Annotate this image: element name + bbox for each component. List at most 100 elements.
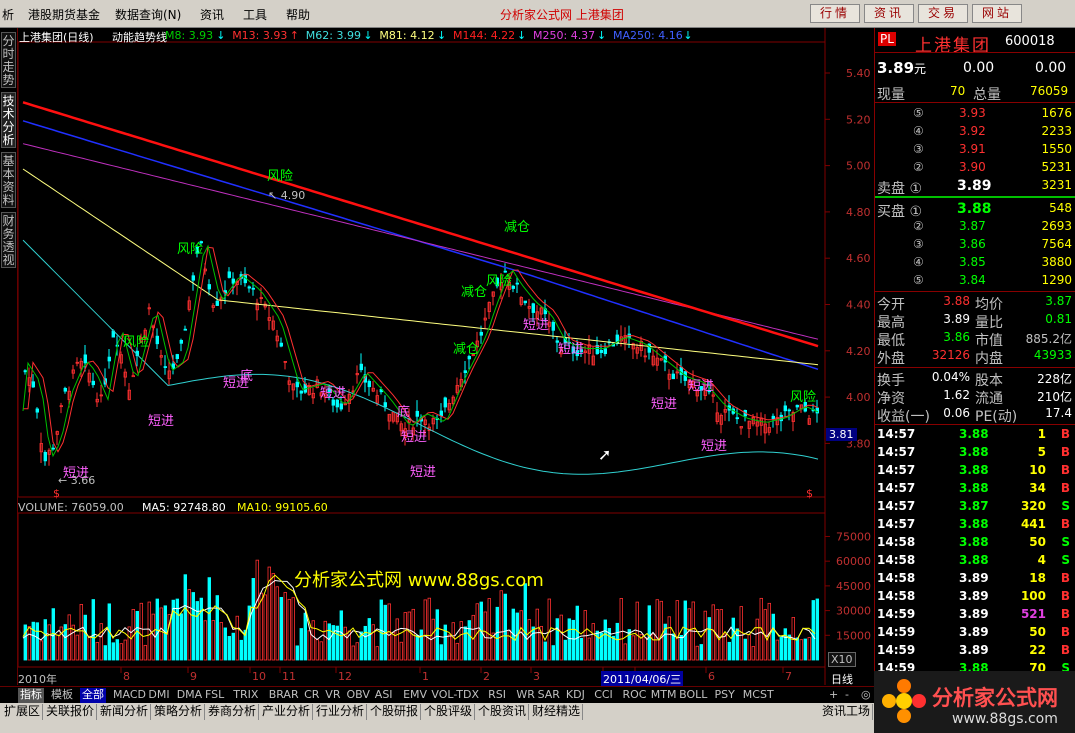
dollar-marker-2: $ [806,487,813,500]
nav-tab[interactable]: 财经精选 [530,704,584,720]
stat-row: 最高 3.89 量比 0.81 [875,311,1075,331]
menu-item-analysis[interactable]: 析 [2,6,14,23]
kline-chart[interactable]: 5.40 5.20 5.00 4.80 4.60 4.40 4.20 4.00 3.80 7500… [18,28,874,687]
volume-bar [559,614,563,661]
indicator-tab[interactable]: CCI [592,688,615,703]
candle-body [83,354,87,364]
nav-tab-news-factory[interactable]: 资讯工场 [820,704,874,720]
volume-bar [575,605,579,661]
quote-button[interactable]: 行情 [810,4,860,23]
indicator-tab[interactable]: ASI [373,688,395,703]
reset-icon[interactable]: ◎ [859,688,873,703]
volume-bar [307,630,311,661]
month-label: 12 [338,670,352,683]
tick-volume: 50 [1029,625,1046,639]
trade-button[interactable]: 交易 [918,4,968,23]
indicator-tab[interactable]: CR [302,688,321,703]
indicator-tab[interactable]: 全部 [80,688,106,703]
menu-item-data-query[interactable]: 数据查询(N) [115,6,181,23]
tab-intraday[interactable]: 分时走势 [1,32,16,88]
indicator-tab[interactable]: KDJ [564,688,587,703]
indicator-tab[interactable]: WR [514,688,537,703]
volume-bar [211,620,215,661]
volume-bar [427,597,431,661]
volume-bar [623,643,627,661]
year-label: 2010年 [18,673,57,686]
tick-price: 3.88 [959,553,989,567]
tick-time: 14:58 [877,589,916,603]
candle-body [511,285,515,289]
volume-bar [439,644,443,661]
nav-tab[interactable]: 产业分析 [260,704,314,720]
tab-technical[interactable]: 技术分析 [1,92,16,148]
indicator-tab[interactable]: MACD [111,688,148,703]
volume-bar [747,634,751,661]
indicator-tab[interactable]: BRAR [267,688,301,703]
ask-level: ④ [913,124,924,138]
menu-item-help[interactable]: 帮助 [286,6,310,23]
nav-tab[interactable]: 新闻分析 [98,704,152,720]
indicator-tab[interactable]: VOL-TDX [429,688,481,703]
nav-tab[interactable]: 行业分析 [314,704,368,720]
candle-body [183,328,187,331]
indicator-tab[interactable]: TRIX [231,688,260,703]
nav-tab[interactable]: 个股资讯 [476,704,530,720]
menu-item-news[interactable]: 资讯 [200,6,224,23]
ma-trend-arrow-icon: ↓ [437,29,447,42]
ask-level: ⑤ [913,106,924,120]
indicator-tab[interactable]: PSY [713,688,737,703]
website-button[interactable]: 网站 [972,4,1022,23]
bottom-annotation-2: 底 [397,405,411,420]
tab-fundamentals[interactable]: 基本资料 [1,152,16,208]
indicator-tab[interactable]: DMA [175,688,205,703]
ask-volume: 1550 [1041,142,1072,156]
indicator-tab[interactable]: OBV [345,688,372,703]
indicator-tab[interactable]: BOLL [677,688,709,703]
indicator-tab[interactable]: DMI [146,688,171,703]
menu-item-tools[interactable]: 工具 [243,6,267,23]
indicator-tab[interactable]: VR [323,688,342,703]
indicator-tab[interactable]: RSI [486,688,508,703]
indicator-tab[interactable]: 模板 [49,688,75,703]
indicator-tab[interactable]: 指标 [18,688,44,703]
zoom-out-icon[interactable]: - [843,688,851,703]
tab-financials[interactable]: 财务透视 [1,212,16,268]
menu-item-hk-futures[interactable]: 港股期货基金 [28,6,100,23]
volume-bar [811,600,815,661]
volume-bar [203,620,207,661]
nav-tab[interactable]: 券商分析 [206,704,260,720]
indicator-tab[interactable]: EMV [401,688,429,703]
indicator-tab[interactable]: MTM [649,688,679,703]
bid-volume: 1290 [1041,273,1072,287]
ma-legend-item: M250: 4.37 [533,29,596,42]
indicator-tab[interactable]: FSL [203,688,226,703]
news-button[interactable]: 资讯 [864,4,914,23]
volume-bar [423,599,427,661]
ma-legend-item: M62: 3.99 [305,29,361,42]
tick-row: 14:58 3.88 50 S [875,534,1075,552]
volume-axis-label: 30000 [836,605,871,618]
nav-tab[interactable]: 个股研报 [368,704,422,720]
period-label[interactable]: 日线 [831,671,853,687]
tick-side: B [1060,427,1070,441]
volume-bar [447,634,451,661]
ma-trend-arrow-icon: ↓ [597,29,607,42]
nav-tab[interactable]: 个股评级 [422,704,476,720]
current-volume-value: 70 [950,84,966,98]
volume-bar [183,574,187,661]
volume-bar [783,628,787,661]
ma-legend-item: M13: 3.93 [232,29,288,42]
nav-tab[interactable]: 关联报价 [44,704,98,720]
tick-row: 14:59 3.89 22 B [875,642,1075,660]
indicator-tab[interactable]: SAR [536,688,562,703]
stat-row: 外盘 32126 内盘 43933 [875,347,1075,367]
candle-body [31,381,35,388]
indicator-tab[interactable]: ROC [621,688,649,703]
nav-tab[interactable]: 策略分析 [152,704,206,720]
tick-time: 14:57 [877,481,916,495]
price-axis-label: 4.40 [846,299,871,312]
candle-body [107,356,111,362]
nav-tab[interactable]: 扩展区 [2,704,44,720]
indicator-tab[interactable]: MCST [741,688,776,703]
zoom-in-icon[interactable]: + [827,688,840,703]
